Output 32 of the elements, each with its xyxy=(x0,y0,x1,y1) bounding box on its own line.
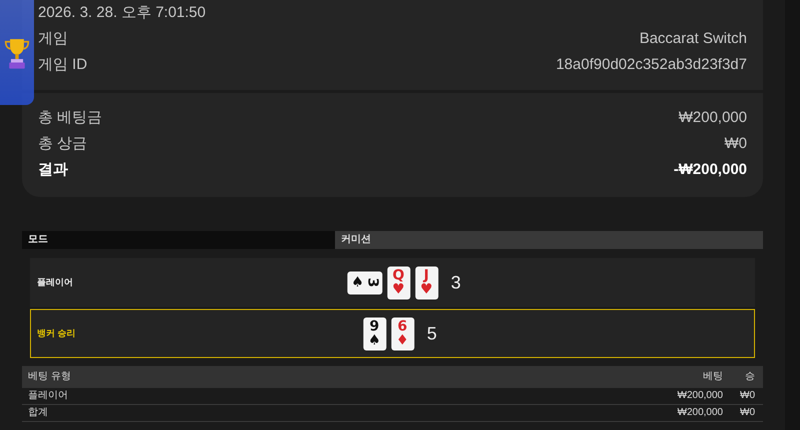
total-label: 총 상금 xyxy=(38,134,88,154)
total-label: 결과 xyxy=(38,160,68,180)
playing-card: 6 ♦ xyxy=(390,317,414,350)
info-label: 게임 xyxy=(38,29,68,49)
hand-label: 플레이어 xyxy=(36,276,74,289)
table-cell-text: ₩0 xyxy=(739,389,755,403)
info-value: 18a0f90d02c352ab3d23f3d7 xyxy=(556,55,747,75)
table-cell-text: 플레이어 xyxy=(28,389,69,403)
column-header: 승 xyxy=(744,370,755,384)
total-label: 총 베팅금 xyxy=(38,108,102,128)
total-value: -₩200,000 xyxy=(674,160,747,180)
table-cell-text: ₩200,000 xyxy=(676,406,723,420)
hand-score: 3 xyxy=(450,271,461,294)
hand-score: 5 xyxy=(426,322,437,345)
table-cell-text: ₩0 xyxy=(739,406,755,420)
mode-label: 모드 xyxy=(22,231,335,249)
column-header: 베팅 xyxy=(702,370,723,384)
column-header: 베팅 유형 xyxy=(28,370,72,384)
playing-card: J ♥ xyxy=(414,266,438,299)
date-time: 2026. 3. 28. 오후 7:01:50 xyxy=(38,3,206,23)
table-cell-text: ₩200,000 xyxy=(676,389,723,403)
playing-card: ♠ 3 xyxy=(346,271,382,294)
info-label: 게임 ID xyxy=(38,55,88,75)
playing-card: 9 ♠ xyxy=(362,317,386,350)
hand-label: 뱅커 승리 xyxy=(36,326,77,340)
total-value: ₩200,000 xyxy=(678,108,747,128)
playing-card: Q ♥ xyxy=(386,266,410,299)
info-value: Baccarat Switch xyxy=(639,29,747,49)
mode-value: 커미션 xyxy=(335,231,763,249)
table-cell-text: 합계 xyxy=(28,406,49,420)
total-value: ₩0 xyxy=(724,134,747,154)
trophy-badge[interactable] xyxy=(0,0,34,105)
